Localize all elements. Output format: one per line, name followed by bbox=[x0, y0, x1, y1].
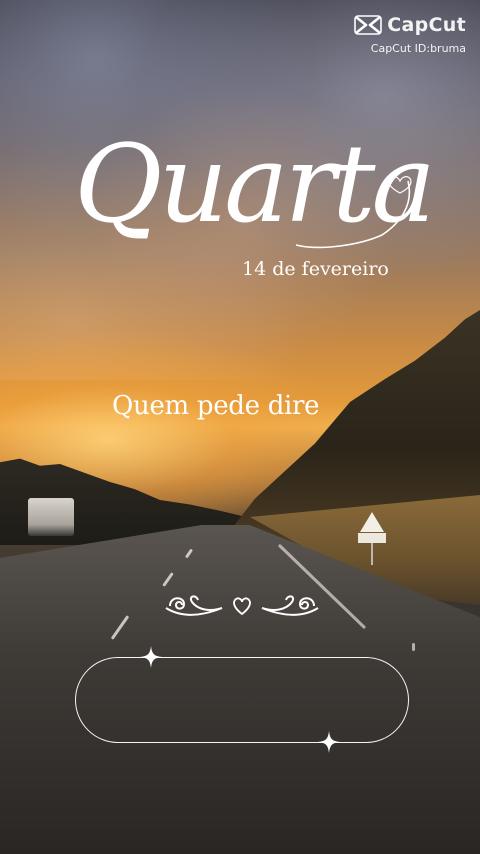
edge-mark bbox=[412, 643, 415, 651]
weekday-title-text: Quarta bbox=[74, 122, 430, 247]
capcut-logo: CapCut bbox=[353, 14, 466, 36]
flourish-heart-icon bbox=[165, 595, 319, 616]
story-canvas: CapCut CapCut ID:bruma Quarta 14 de feve… bbox=[0, 0, 480, 854]
truck-image bbox=[28, 498, 74, 536]
capcut-logo-icon bbox=[354, 15, 383, 35]
watermark-id: CapCut ID:bruma bbox=[370, 42, 466, 55]
watermark-brand: CapCut bbox=[387, 14, 466, 36]
sparkle-icon bbox=[140, 646, 162, 668]
capcut-watermark: CapCut CapCut ID:bruma bbox=[353, 14, 466, 55]
quote-text: Quem pede dire bbox=[112, 391, 320, 421]
sparkle-icon bbox=[318, 731, 340, 753]
date-label: 14 de fevereiro bbox=[242, 258, 389, 280]
text-frame bbox=[75, 657, 409, 743]
road-sign bbox=[360, 512, 384, 532]
weekday-title: Quarta bbox=[74, 122, 430, 249]
road-sign-post bbox=[371, 543, 373, 565]
road-sign-plate bbox=[358, 533, 386, 543]
